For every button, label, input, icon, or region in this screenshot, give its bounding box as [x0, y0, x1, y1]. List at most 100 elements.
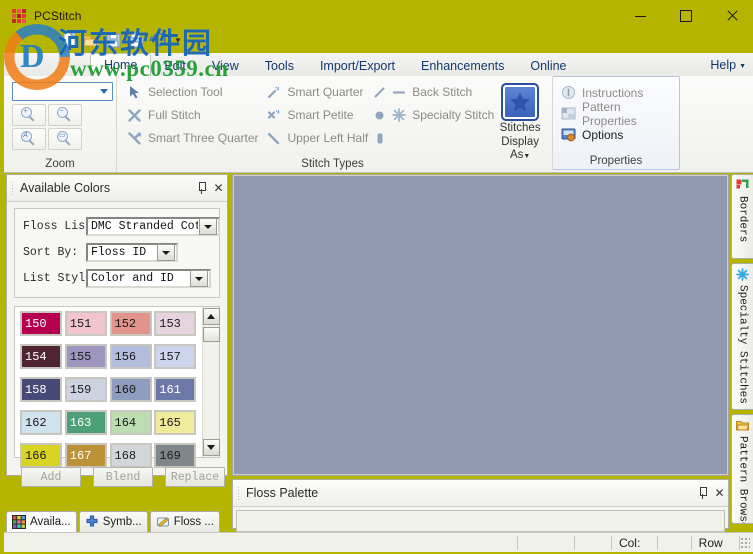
color-swatch[interactable]: 165	[154, 410, 197, 435]
chevron-down-icon[interactable]	[190, 270, 208, 287]
tab-tools[interactable]: Tools	[252, 55, 307, 78]
vtab-pattern-browser[interactable]: Pattern Browser	[731, 414, 753, 524]
vtab-specialty-stitches[interactable]: Specialty Stitches	[731, 263, 753, 410]
stitch-types-spacer	[387, 128, 498, 148]
vtab-borders[interactable]: Borders	[731, 174, 753, 259]
smart-three-quarter-button[interactable]: Smart Three Quarter	[123, 128, 262, 148]
tab-enhancements[interactable]: Enhancements	[408, 55, 517, 78]
color-swatch[interactable]: 168	[109, 443, 152, 468]
available-colors-pin-button[interactable]	[193, 180, 210, 197]
floss-list-select[interactable]: DMC Stranded Cotton	[86, 217, 220, 236]
zoom-in-button[interactable]: +	[12, 104, 46, 126]
ribbon-group-zoom-label: Zoom	[45, 158, 75, 170]
scrollbar-thumb[interactable]	[202, 327, 220, 342]
scroll-down-button[interactable]	[202, 439, 220, 456]
specialty-stitch-button[interactable]: Specialty Stitch	[387, 105, 498, 125]
color-list-scrollbar[interactable]	[202, 307, 220, 457]
dock-tab-symbols[interactable]: Symb...	[78, 511, 148, 532]
color-swatch[interactable]: 155	[64, 344, 107, 369]
zoom-fit-button[interactable]: ▭	[48, 128, 82, 150]
color-swatch[interactable]: 161	[154, 377, 197, 402]
color-swatch[interactable]: 163	[64, 410, 107, 435]
specialty-stitch-label: Specialty Stitch	[412, 108, 495, 122]
pattern-properties-button[interactable]: Pattern Properties	[557, 100, 675, 128]
minimize-button[interactable]	[617, 2, 663, 30]
floss-list-value: DMC Stranded Cotton	[91, 220, 198, 233]
resize-grip-icon[interactable]	[739, 537, 750, 548]
floss-list-label: Floss Lis	[23, 220, 86, 233]
tab-import-export[interactable]: Import/Export	[307, 55, 408, 78]
color-swatch[interactable]: 159	[64, 377, 107, 402]
pattern-canvas[interactable]	[234, 176, 727, 474]
add-color-button[interactable]: Add	[21, 467, 81, 487]
blend-color-button[interactable]: Blend	[93, 467, 153, 487]
chevron-down-icon[interactable]	[199, 218, 217, 235]
undo-icon[interactable]	[148, 31, 167, 49]
sort-by-select[interactable]: Floss ID	[86, 243, 178, 262]
zoom-in-icon: +	[21, 107, 37, 123]
stitches-display-as-button[interactable]: Stitches Display As▼	[498, 80, 542, 163]
color-swatch[interactable]: 153	[154, 311, 197, 336]
color-swatch[interactable]: 156	[109, 344, 152, 369]
open-folder-icon[interactable]	[82, 31, 101, 49]
color-swatch[interactable]: 164	[109, 410, 152, 435]
stitches-display-as-icon	[501, 83, 540, 121]
tab-home[interactable]: Home	[90, 53, 152, 78]
smart-petite-button[interactable]: Smart Petite	[262, 105, 372, 125]
save-icon[interactable]	[104, 31, 123, 49]
sort-by-value: Floss ID	[91, 246, 147, 259]
color-swatch[interactable]: 152	[109, 311, 152, 336]
smart-quarter-button[interactable]: Smart Quarter	[262, 82, 372, 102]
help-menu-button[interactable]: Help ▼	[710, 54, 746, 77]
available-colors-header: Available Colors ✕	[7, 175, 227, 202]
list-style-select[interactable]: Color and ID	[86, 269, 211, 288]
drag-grip-icon[interactable]	[11, 180, 15, 196]
color-swatch[interactable]: 160	[109, 377, 152, 402]
dock-tab-available-colors[interactable]: Availa...	[6, 511, 77, 532]
available-colors-close-button[interactable]: ✕	[210, 180, 227, 197]
tab-view[interactable]: View	[199, 55, 252, 78]
title-bar: PCStitch	[2, 2, 753, 30]
back-stitch-button[interactable]: Back Stitch	[387, 82, 498, 102]
dock-tab-floss-usage[interactable]: Floss ...	[149, 511, 220, 532]
floss-palette-close-button[interactable]: ✕	[711, 485, 728, 502]
floss-palette-pin-button[interactable]	[694, 485, 711, 502]
sort-by-row: Sort By: Floss ID	[23, 242, 211, 263]
color-swatch[interactable]: 154	[20, 344, 62, 369]
color-swatch[interactable]: 158	[20, 377, 62, 402]
full-stitch-button[interactable]: Full Stitch	[123, 105, 262, 125]
replace-color-button[interactable]: Replace	[165, 467, 225, 487]
info-icon	[560, 85, 576, 101]
backstitch-line-icon-cell[interactable]	[372, 82, 387, 102]
maximize-button[interactable]	[663, 2, 709, 30]
qat-overflow-button[interactable]: ▼	[172, 32, 184, 48]
zoom-actual-size-button[interactable]: A	[12, 128, 46, 150]
zoom-out-button[interactable]: −	[48, 104, 82, 126]
scroll-up-button[interactable]	[202, 308, 220, 325]
color-swatch[interactable]: 157	[154, 344, 197, 369]
borders-icon	[736, 179, 750, 193]
print-icon[interactable]	[126, 31, 145, 49]
ribbon-body: + − A ▭ Zoom Selection Tool Full Stitch …	[4, 76, 753, 173]
color-swatch[interactable]: 166	[20, 443, 62, 468]
floss-palette-list[interactable]	[236, 510, 725, 532]
color-swatch[interactable]: 169	[154, 443, 197, 468]
pattern-canvas-area[interactable]	[232, 174, 729, 476]
upper-left-half-button[interactable]: Upper Left Half	[262, 128, 372, 148]
color-swatch[interactable]: 150	[20, 311, 62, 336]
new-document-icon[interactable]	[60, 31, 79, 49]
close-button[interactable]	[709, 2, 753, 30]
status-cell-1	[518, 533, 574, 553]
vtab-pattern-browser-label: Pattern Browser	[736, 436, 749, 524]
color-swatch[interactable]: 167	[64, 443, 107, 468]
tab-online[interactable]: Online	[517, 55, 579, 78]
color-swatch[interactable]: 151	[64, 311, 107, 336]
selection-tool-button[interactable]: Selection Tool	[123, 82, 262, 102]
knot-dot-icon-cell[interactable]	[372, 105, 387, 125]
color-swatch[interactable]: 162	[20, 410, 62, 435]
chevron-down-icon[interactable]	[157, 244, 175, 261]
zoom-level-combo[interactable]	[12, 82, 113, 101]
bead-icon-cell[interactable]	[372, 128, 387, 148]
tab-edit[interactable]: Edit	[151, 55, 199, 78]
drag-grip-icon[interactable]	[237, 485, 241, 501]
